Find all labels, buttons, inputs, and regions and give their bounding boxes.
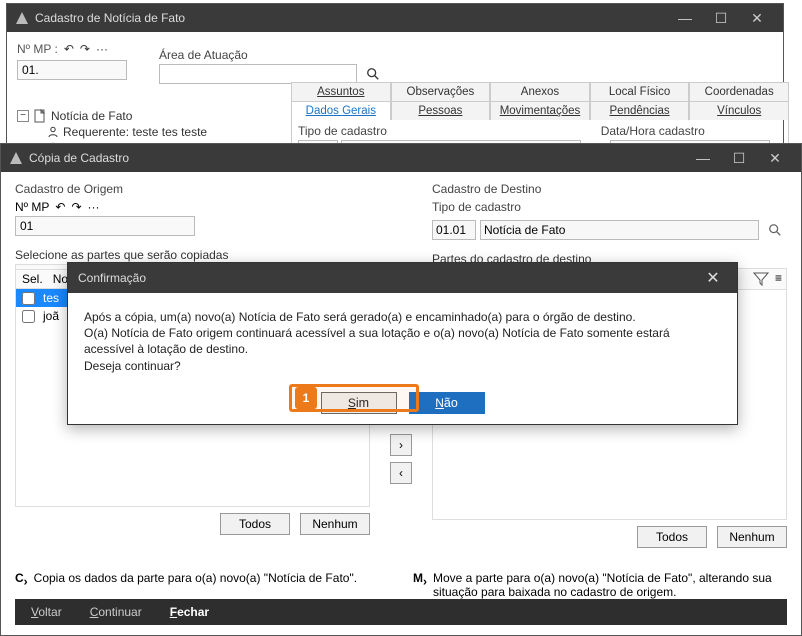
- list-origem-header: Selecione as partes que serão copiadas: [15, 248, 370, 262]
- tree-expander[interactable]: −: [17, 110, 29, 122]
- undo-icon[interactable]: ↶: [55, 200, 65, 214]
- destino-label: Cadastro de Destino: [432, 182, 787, 196]
- search-icon[interactable]: [363, 64, 383, 84]
- undo-icon[interactable]: ↶: [64, 42, 74, 56]
- row-name: joã: [43, 309, 59, 323]
- tab-pessoas[interactable]: Pessoas: [391, 101, 491, 120]
- footer-voltar[interactable]: VVoltaroltar: [31, 605, 62, 619]
- app-icon: [9, 151, 23, 165]
- tree-root[interactable]: Notícia de Fato: [51, 109, 132, 123]
- more-icon[interactable]: ···: [96, 42, 108, 56]
- row-checkbox[interactable]: [22, 292, 35, 305]
- legend-c-symbol: C›: [15, 571, 28, 599]
- origem-label: Cadastro de Origem: [15, 182, 370, 196]
- app-icon: [15, 11, 29, 25]
- tab-dados-gerais[interactable]: Dados Gerais: [291, 101, 391, 120]
- tipo-name-input[interactable]: [480, 220, 759, 240]
- document-icon: [33, 109, 47, 123]
- tipo-label: Tipo de cadastro: [432, 200, 787, 214]
- btn-todos-origem[interactable]: Todos: [220, 513, 290, 535]
- btn-nao[interactable]: Não: [409, 392, 485, 414]
- tab-anexos[interactable]: Anexos: [490, 82, 590, 101]
- maximize-button[interactable]: ☐: [703, 10, 739, 27]
- btn-move-right[interactable]: ›: [390, 434, 412, 456]
- col-nome[interactable]: No: [53, 272, 68, 286]
- legend-c-text: Copia os dados da parte para o(a) novo(a…: [34, 571, 357, 599]
- modal-line3: Deseja continuar?: [84, 358, 721, 374]
- tutorial-step-number: 1: [295, 387, 317, 409]
- row-checkbox[interactable]: [22, 310, 35, 323]
- tab-local-fisico[interactable]: Local Físico: [590, 82, 690, 101]
- tipo-label: Tipo de cadastro: [298, 124, 587, 138]
- modal-line1: Após a cópia, um(a) novo(a) Notícia de F…: [84, 309, 721, 325]
- modal-title: Confirmação: [78, 271, 699, 285]
- close-button[interactable]: ✕: [757, 150, 793, 167]
- modal-close-icon[interactable]: ✕: [699, 268, 727, 288]
- col-sel[interactable]: Sel.: [22, 272, 43, 286]
- tab-observacoes[interactable]: Observações: [391, 82, 491, 101]
- filter-icon[interactable]: [753, 271, 769, 287]
- legend-m-symbol: M›: [413, 571, 427, 599]
- dt-label: Data/Hora cadastro: [601, 124, 782, 138]
- btn-nenhum-origem[interactable]: Nenhum: [300, 513, 370, 535]
- area-input[interactable]: [159, 64, 357, 84]
- tree-requerente[interactable]: Requerente: teste tes teste: [63, 125, 207, 139]
- redo-icon[interactable]: ↷: [71, 200, 81, 214]
- minimize-button[interactable]: —: [667, 10, 703, 26]
- mp-label: Nº MP: [15, 200, 49, 214]
- mp-origem-input[interactable]: [15, 216, 195, 236]
- modal-line2: O(a) Notícia de Fato origem continuará a…: [84, 325, 721, 357]
- titlebar-win2: Cópia de Cadastro — ☐ ✕: [1, 144, 801, 172]
- btn-move-left[interactable]: ‹: [390, 462, 412, 484]
- tab-movimentacoes[interactable]: Movimentações: [490, 101, 590, 120]
- win2-title: Cópia de Cadastro: [29, 151, 685, 165]
- redo-icon[interactable]: ↷: [80, 42, 90, 56]
- tab-pendencias[interactable]: Pendências: [590, 101, 690, 120]
- close-button[interactable]: ✕: [739, 10, 775, 27]
- person-icon: [47, 126, 59, 138]
- tab-coordenadas[interactable]: Coordenadas: [689, 82, 789, 101]
- area-label: Área de Atuação: [159, 48, 248, 62]
- legend-m-text: Move a parte para o(a) novo(a) "Notícia …: [433, 571, 787, 599]
- btn-todos-destino[interactable]: Todos: [637, 526, 707, 548]
- tab-vinculos[interactable]: Vínculos: [689, 101, 789, 120]
- win1-title: Cadastro de Notícia de Fato: [35, 11, 667, 25]
- mp-input[interactable]: [17, 60, 127, 80]
- footer: VVoltaroltar Continuar Fechar: [15, 599, 787, 625]
- more-icon[interactable]: ···: [88, 200, 100, 214]
- collapse-icon[interactable]: ≡: [775, 271, 782, 287]
- footer-fechar[interactable]: Fechar: [170, 605, 209, 619]
- mp-label: Nº MP :: [17, 42, 58, 56]
- titlebar-win1: Cadastro de Notícia de Fato — ☐ ✕: [7, 4, 783, 32]
- search-icon[interactable]: [763, 220, 787, 240]
- row-name: tes: [43, 291, 59, 305]
- legend: C› Copia os dados da parte para o(a) nov…: [15, 571, 787, 599]
- tab-assuntos[interactable]: Assuntos: [291, 82, 391, 101]
- minimize-button[interactable]: —: [685, 150, 721, 166]
- btn-nenhum-destino[interactable]: Nenhum: [717, 526, 787, 548]
- maximize-button[interactable]: ☐: [721, 150, 757, 167]
- footer-continuar[interactable]: Continuar: [90, 605, 142, 619]
- tipo-code-input[interactable]: [432, 220, 476, 240]
